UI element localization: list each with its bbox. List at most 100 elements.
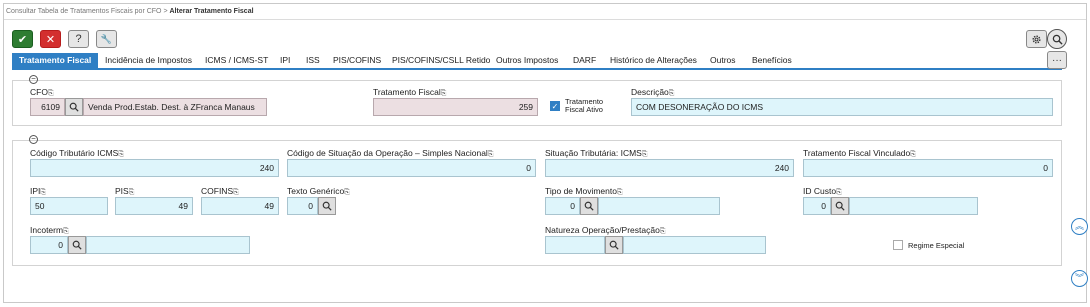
breadcrumb-separator: > (163, 8, 168, 15)
scroll-bottom-button[interactable]: ︾ (1071, 270, 1088, 287)
scroll-top-button[interactable]: ︽ (1071, 218, 1088, 235)
more-icon: ··· (1052, 54, 1062, 66)
wrench-icon: 🔧 (100, 33, 113, 44)
situacao-tributaria-label: Situação Tributária: ICMS⎘ (545, 148, 648, 158)
search-icon (1052, 34, 1063, 45)
copy-icon: ⎘ (233, 189, 239, 196)
ipi-field[interactable]: 50 (30, 197, 108, 215)
natureza-lookup-button[interactable] (605, 236, 623, 254)
search-icon (584, 201, 594, 211)
copy-icon: ⎘ (47, 90, 54, 97)
situacao-tributaria-field[interactable]: 240 (545, 159, 794, 177)
copy-icon: ⎘ (118, 151, 124, 158)
search-icon (69, 102, 79, 112)
breadcrumb-current: Alterar Tratamento Fiscal (169, 8, 254, 15)
copy-icon: ⎘ (344, 189, 350, 196)
cfo-lookup-button[interactable] (65, 98, 83, 116)
pis-field[interactable]: 49 (115, 197, 193, 215)
descricao-field[interactable]: COM DESONERAÇÃO DO ICMS (631, 98, 1053, 116)
tab-icms-icms-st[interactable]: ICMS / ICMS-ST (205, 53, 268, 68)
cfo-label: CFO⎘ (30, 87, 54, 97)
incoterm-description-field[interactable] (86, 236, 250, 254)
texto-generico-field[interactable]: 0 (287, 197, 318, 215)
breadcrumb-parent[interactable]: Consultar Tabela de Tratamentos Fiscais … (6, 8, 162, 15)
codigo-tributario-field[interactable]: 240 (30, 159, 279, 177)
chevron-double-down-icon: ︾ (1074, 273, 1084, 283)
id-custo-lookup-button[interactable] (831, 197, 849, 215)
search-icon (835, 201, 845, 211)
incoterm-lookup-button[interactable] (68, 236, 86, 254)
incoterm-label: Incoterm⎘ (30, 225, 69, 235)
confirm-button[interactable]: ✔ (12, 30, 33, 48)
tratamento-fiscal-field: 259 (373, 98, 538, 116)
ipi-label: IPI⎘ (30, 186, 47, 196)
tab-pis-cofins[interactable]: PIS/COFINS (333, 53, 381, 68)
collapse-section-general-icon[interactable]: − (29, 75, 38, 84)
check-icon: ✔ (17, 33, 28, 46)
copy-icon: ⎘ (440, 90, 447, 97)
tipo-movimento-lookup-button[interactable] (580, 197, 598, 215)
tab-historico-alteracoes[interactable]: Histórico de Alterações (610, 53, 697, 68)
search-icon (72, 240, 82, 250)
copy-icon: ⎘ (616, 189, 623, 196)
cod-situacao-field[interactable]: 0 (287, 159, 536, 177)
id-custo-description-field[interactable] (849, 197, 978, 215)
incoterm-field[interactable]: 0 (30, 236, 68, 254)
tratamento-ativo-checkbox[interactable]: ✓ (550, 101, 560, 111)
search-icon (322, 201, 332, 211)
tab-ipi[interactable]: IPI (280, 53, 290, 68)
id-custo-field[interactable]: 0 (803, 197, 831, 215)
texto-generico-lookup-button[interactable] (318, 197, 336, 215)
tab-bar: Tratamento Fiscal Incidência de Impostos… (12, 53, 1042, 68)
cofins-label: COFINS⎘ (201, 186, 239, 196)
trat-vinculado-label: Tratamento Fiscal Vinculado⎘ (803, 148, 916, 158)
settings-button[interactable] (1026, 30, 1047, 48)
tratamento-ativo-label: Tratamento Fiscal Ativo (565, 97, 604, 114)
copy-icon: ⎘ (63, 228, 69, 235)
tab-beneficios[interactable]: Benefícios (752, 53, 792, 68)
tab-incidencia-impostos[interactable]: Incidência de Impostos (105, 53, 192, 68)
copy-icon: ⎘ (910, 151, 916, 158)
tools-button[interactable]: 🔧 (96, 30, 117, 48)
copy-icon: ⎘ (668, 90, 675, 97)
search-button[interactable] (1047, 29, 1067, 49)
tab-outros[interactable]: Outros (710, 53, 736, 68)
tab-underline (12, 68, 1062, 70)
tipo-movimento-label: Tipo de Movimento⎘ (545, 186, 623, 196)
natureza-description-field[interactable] (623, 236, 766, 254)
tab-tratamento-fiscal[interactable]: Tratamento Fiscal (12, 53, 99, 68)
descricao-label: Descrição⎘ (631, 87, 675, 97)
regime-especial-label: Regime Especial (908, 241, 965, 250)
tratamento-fiscal-label: Tratamento Fiscal⎘ (373, 87, 447, 97)
tab-outros-impostos[interactable]: Outros Impostos (496, 53, 558, 68)
id-custo-label: ID Custo⎘ (803, 186, 842, 196)
copy-icon: ⎘ (641, 151, 648, 158)
cofins-field[interactable]: 49 (201, 197, 279, 215)
copy-icon: ⎘ (836, 189, 842, 196)
help-button[interactable]: ? (68, 30, 89, 48)
tipo-movimento-field[interactable]: 0 (545, 197, 580, 215)
tab-iss[interactable]: ISS (306, 53, 320, 68)
gear-icon (1032, 34, 1041, 44)
natureza-label: Natureza Operação/Prestação⎘ (545, 225, 666, 235)
copy-icon: ⎘ (659, 228, 666, 235)
cod-situacao-label: Código de Situação da Operação – Simples… (287, 148, 494, 158)
regime-especial-checkbox[interactable] (893, 240, 903, 250)
pis-label: PIS⎘ (115, 186, 135, 196)
collapse-section-details-icon[interactable]: − (29, 135, 38, 144)
tipo-movimento-description-field[interactable] (598, 197, 720, 215)
cfo-description-field: Venda Prod.Estab. Dest. à ZFranca Manaus (83, 98, 267, 116)
chevron-double-up-icon: ︽ (1074, 221, 1084, 231)
tab-darf[interactable]: DARF (573, 53, 596, 68)
codigo-tributario-label: Código Tributário ICMS⎘ (30, 148, 124, 158)
cfo-code-field[interactable]: 6109 (30, 98, 65, 116)
copy-icon: ⎘ (487, 151, 494, 158)
help-icon: ? (75, 33, 82, 45)
more-tabs-button[interactable]: ··· (1047, 51, 1067, 69)
header-divider (4, 19, 1086, 20)
texto-generico-label: Texto Genérico⎘ (287, 186, 350, 196)
tab-pis-cofins-csll-retido[interactable]: PIS/COFINS/CSLL Retido (392, 53, 490, 68)
natureza-field[interactable] (545, 236, 605, 254)
trat-vinculado-field[interactable]: 0 (803, 159, 1053, 177)
cancel-button[interactable]: ✕ (40, 30, 61, 48)
